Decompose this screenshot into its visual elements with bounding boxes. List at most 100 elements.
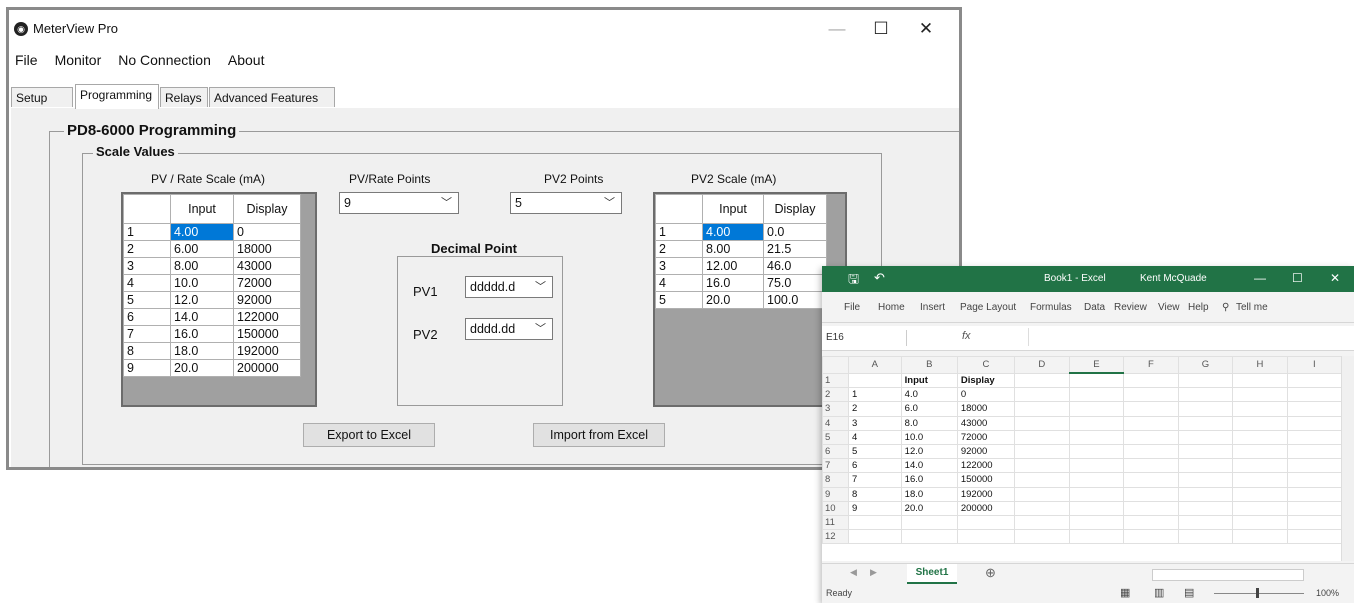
display-cell[interactable]: 21.5 (763, 240, 827, 258)
display-cell[interactable]: 18000 (233, 240, 301, 258)
cell[interactable]: 43000 (956, 415, 1016, 431)
cell[interactable] (1177, 415, 1234, 431)
column-header[interactable]: I (1286, 356, 1343, 374)
column-header[interactable]: H (1232, 356, 1288, 374)
input-cell[interactable]: 12.0 (170, 291, 234, 309)
grid-row[interactable]: 1 4.00 0 (123, 223, 301, 241)
display-cell[interactable]: 0 (233, 223, 301, 241)
cell[interactable] (1286, 387, 1343, 403)
cell[interactable]: 7 (847, 472, 902, 488)
display-cell[interactable]: 46.0 (763, 257, 827, 275)
add-sheet-icon[interactable]: ⊕ (985, 565, 996, 581)
cell[interactable] (847, 529, 902, 545)
cell[interactable] (1232, 372, 1288, 389)
cell[interactable] (1232, 429, 1288, 445)
row-header[interactable]: 5 (822, 429, 849, 445)
cell[interactable] (900, 514, 958, 531)
excel-maximize-button[interactable]: ☐ (1292, 271, 1303, 285)
name-box[interactable]: E16 (826, 330, 907, 346)
tell-me-search[interactable]: Tell me (1236, 302, 1268, 313)
grid-row[interactable]: 8 18.0 192000 (123, 342, 301, 360)
cell[interactable]: 9 (847, 500, 902, 516)
cell[interactable]: 92000 (956, 443, 1016, 460)
cell[interactable] (1177, 401, 1234, 417)
function-icon[interactable]: fx (962, 330, 971, 342)
cell[interactable] (1068, 529, 1125, 545)
maximize-button[interactable]: ☐ (861, 16, 901, 42)
vertical-scrollbar[interactable] (1341, 356, 1354, 561)
cell[interactable] (1232, 401, 1288, 417)
cell[interactable] (1286, 429, 1343, 445)
grid-row[interactable]: 2 6.00 18000 (123, 240, 301, 258)
grid-row[interactable]: 5 20.0 100.0 (655, 291, 827, 309)
tab-advanced-features[interactable]: Advanced Features (209, 87, 335, 107)
cell[interactable] (1014, 372, 1070, 389)
cell[interactable] (1177, 387, 1234, 403)
grid-row[interactable]: 4 10.0 72000 (123, 274, 301, 292)
row-header[interactable]: 10 (822, 500, 849, 516)
display-cell[interactable]: 122000 (233, 308, 301, 326)
input-cell[interactable]: 8.00 (170, 257, 234, 275)
cell[interactable] (1177, 486, 1234, 502)
cell[interactable] (1232, 529, 1288, 545)
formula-input[interactable] (1028, 328, 1340, 346)
cell[interactable] (1177, 372, 1234, 389)
tab-relays[interactable]: Relays (160, 87, 208, 107)
input-cell[interactable]: 18.0 (170, 342, 234, 360)
minimize-button[interactable]: — (817, 16, 857, 42)
cell[interactable] (1123, 500, 1179, 516)
ribbon-tab-view[interactable]: View (1158, 302, 1180, 313)
cell[interactable]: 16.0 (900, 472, 958, 488)
ribbon-tab-help[interactable]: Help (1188, 302, 1209, 313)
display-cell[interactable]: 192000 (233, 342, 301, 360)
input-cell[interactable]: 4.00 (702, 223, 764, 241)
ribbon-tab-insert[interactable]: Insert (920, 302, 945, 313)
cell[interactable] (1014, 443, 1070, 460)
tab-programming[interactable]: Programming (75, 84, 159, 109)
cell[interactable] (1177, 500, 1234, 516)
cell[interactable] (1123, 429, 1179, 445)
zoom-slider-thumb[interactable] (1256, 588, 1259, 598)
cell[interactable]: 18000 (956, 401, 1016, 417)
cell[interactable] (1177, 429, 1234, 445)
pv2-scale-grid[interactable]: Input Display 1 4.00 0.0 2 8.00 21.5 3 12.00 46.… (653, 192, 847, 407)
column-header[interactable]: A (847, 356, 902, 374)
display-cell[interactable]: 200000 (233, 359, 301, 377)
cell[interactable] (1014, 429, 1070, 445)
ribbon-tab-review[interactable]: Review (1114, 302, 1147, 313)
sheet-tab[interactable]: Sheet1 (907, 564, 957, 584)
column-header[interactable]: D (1014, 356, 1070, 374)
grid-row[interactable]: 7 16.0 150000 (123, 325, 301, 343)
cell[interactable]: 72000 (956, 429, 1016, 445)
input-cell[interactable]: 20.0 (170, 359, 234, 377)
row-header[interactable]: 12 (822, 529, 849, 545)
cell[interactable] (1123, 529, 1179, 545)
column-header[interactable] (822, 356, 849, 374)
row-header[interactable]: 4 (822, 415, 849, 431)
cell[interactable] (1123, 486, 1179, 502)
row-header[interactable]: 6 (822, 443, 849, 460)
menu-about[interactable]: About (222, 52, 271, 74)
cell[interactable] (1014, 514, 1070, 531)
cell[interactable] (847, 514, 902, 531)
column-header[interactable]: B (900, 356, 958, 374)
sheet-prev-icon[interactable]: ◀ (850, 567, 857, 578)
input-cell[interactable]: 10.0 (170, 274, 234, 292)
display-cell[interactable]: 43000 (233, 257, 301, 275)
cell[interactable] (1177, 443, 1234, 460)
display-cell[interactable]: 75.0 (763, 274, 827, 292)
cell[interactable] (1068, 372, 1125, 389)
cell[interactable] (1286, 500, 1343, 516)
cell[interactable] (1068, 500, 1125, 516)
column-header[interactable]: F (1123, 356, 1179, 374)
column-header[interactable]: E (1068, 356, 1125, 374)
cell[interactable] (1068, 458, 1125, 474)
cell[interactable]: 6.0 (900, 401, 958, 417)
cell[interactable]: 122000 (956, 458, 1016, 474)
cell[interactable]: 14.0 (900, 458, 958, 474)
tab-setup[interactable]: Setup (11, 87, 73, 107)
cell[interactable] (1286, 514, 1343, 531)
column-header[interactable]: C (956, 356, 1016, 374)
cell[interactable] (1232, 514, 1288, 531)
cell[interactable] (1068, 387, 1125, 403)
